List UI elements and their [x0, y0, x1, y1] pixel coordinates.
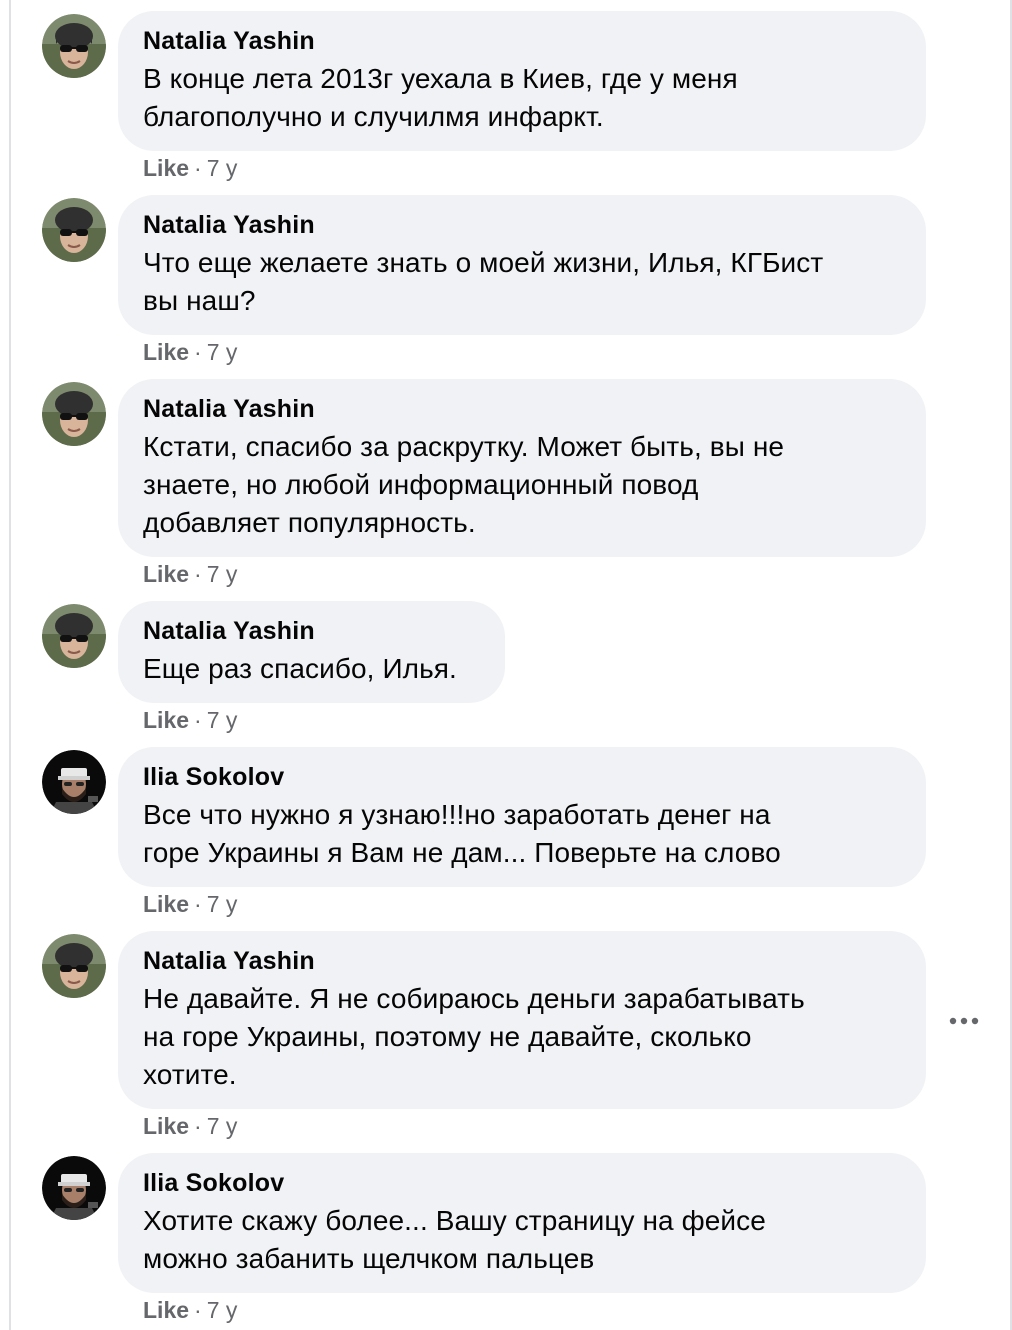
comment-text: Хотите скажу более... Вашу страницу на ф…	[143, 1202, 900, 1278]
comment-timestamp[interactable]: 7 y	[207, 891, 238, 917]
comment-text-line: Еще раз спасибо, Илья.	[143, 653, 457, 684]
comment-author[interactable]: Natalia Yashin	[143, 616, 479, 646]
avatar-natalia-yashin[interactable]	[42, 382, 106, 446]
separator-dot: ·	[194, 1297, 202, 1323]
avatar-ilia-sokolov[interactable]	[42, 1156, 106, 1220]
like-button[interactable]: Like	[143, 339, 189, 365]
like-button[interactable]: Like	[143, 1113, 189, 1139]
comment-timestamp[interactable]: 7 y	[207, 1113, 238, 1139]
comment-text-line: Кстати, спасибо за раскрутку. Может быть…	[143, 431, 785, 462]
like-button[interactable]: Like	[143, 561, 189, 587]
comment-actions: Like · 7 y	[143, 706, 237, 734]
comment-timestamp[interactable]: 7 y	[207, 561, 238, 587]
comment-text-line: благополучно и случилмя инфаркт.	[143, 101, 604, 132]
comment-text: Кстати, спасибо за раскрутку. Может быть…	[143, 428, 900, 542]
separator-dot: ·	[194, 707, 202, 733]
comment-actions: Like · 7 y	[143, 890, 237, 918]
separator-dot: ·	[194, 561, 202, 587]
comment-text-line: добавляет популярность.	[143, 507, 476, 538]
comment-text-line: Все что нужно я узнаю!!!но заработать де…	[143, 799, 771, 830]
like-button[interactable]: Like	[143, 155, 189, 181]
comment-bubble: Natalia Yashin Еще раз спасибо, Илья.	[118, 601, 505, 703]
comment-bubble: Natalia Yashin В конце лета 2013г уехала…	[118, 11, 926, 151]
comment-author[interactable]: Natalia Yashin	[143, 394, 900, 424]
comment-actions: Like · 7 y	[143, 1112, 237, 1140]
avatar-natalia-yashin[interactable]	[42, 198, 106, 262]
comment-text: Все что нужно я узнаю!!!но заработать де…	[143, 796, 900, 872]
comment-text-line: Что еще желаете знать о моей жизни, Илья…	[143, 247, 824, 278]
comment-text-line: знаете, но любой информационный повод	[143, 469, 699, 500]
comment-actions: Like · 7 y	[143, 338, 237, 366]
like-button[interactable]: Like	[143, 891, 189, 917]
comment-text: Не давайте. Я не собираюсь деньги зараба…	[143, 980, 900, 1094]
comment-text-line: горе Украины я Вам не дам... Поверьте на…	[143, 837, 781, 868]
comment-bubble: Natalia Yashin Не давайте. Я не собираюс…	[118, 931, 926, 1109]
separator-dot: ·	[194, 1113, 202, 1139]
comment-actions: Like · 7 y	[143, 1296, 237, 1324]
avatar-natalia-yashin[interactable]	[42, 14, 106, 78]
comment-bubble: Ilia Sokolov Все что нужно я узнаю!!!но …	[118, 747, 926, 887]
separator-dot: ·	[194, 155, 202, 181]
separator-dot: ·	[194, 339, 202, 365]
comment-text-line: Не давайте. Я не собираюсь деньги зараба…	[143, 983, 805, 1014]
more-options-icon[interactable]	[944, 1009, 984, 1033]
comment-text-line: вы наш?	[143, 285, 256, 316]
comment-text-line: хотите.	[143, 1059, 237, 1090]
comment-timestamp[interactable]: 7 y	[207, 339, 238, 365]
comment-bubble: Natalia Yashin Что еще желаете знать о м…	[118, 195, 926, 335]
comment-author[interactable]: Ilia Sokolov	[143, 762, 900, 792]
comment-timestamp[interactable]: 7 y	[207, 155, 238, 181]
like-button[interactable]: Like	[143, 707, 189, 733]
like-button[interactable]: Like	[143, 1297, 189, 1323]
comment-text-line: на горе Украины, поэтому не давайте, ско…	[143, 1021, 752, 1052]
separator-dot: ·	[194, 891, 202, 917]
comment-actions: Like · 7 y	[143, 560, 237, 588]
comment-timestamp[interactable]: 7 y	[207, 1297, 238, 1323]
comment-bubble: Ilia Sokolov Хотите скажу более... Вашу …	[118, 1153, 926, 1293]
avatar-ilia-sokolov[interactable]	[42, 750, 106, 814]
comment-actions: Like · 7 y	[143, 154, 237, 182]
comment-text: В конце лета 2013г уехала в Киев, где у …	[143, 60, 900, 136]
comment-author[interactable]: Natalia Yashin	[143, 210, 900, 240]
comment-text-line: Хотите скажу более... Вашу страницу на ф…	[143, 1205, 766, 1236]
comment-author[interactable]: Natalia Yashin	[143, 946, 900, 976]
avatar-natalia-yashin[interactable]	[42, 934, 106, 998]
comment-text: Еще раз спасибо, Илья.	[143, 650, 479, 688]
comment-author[interactable]: Ilia Sokolov	[143, 1168, 900, 1198]
thread-line	[9, 0, 11, 1330]
comment-text: Что еще желаете знать о моей жизни, Илья…	[143, 244, 900, 320]
comment-author[interactable]: Natalia Yashin	[143, 26, 900, 56]
comment-timestamp[interactable]: 7 y	[207, 707, 238, 733]
comment-text-line: В конце лета 2013г уехала в Киев, где у …	[143, 63, 738, 94]
avatar-natalia-yashin[interactable]	[42, 604, 106, 668]
comment-bubble: Natalia Yashin Кстати, спасибо за раскру…	[118, 379, 926, 557]
comment-text-line: можно забанить щелчком пальцев	[143, 1243, 595, 1274]
